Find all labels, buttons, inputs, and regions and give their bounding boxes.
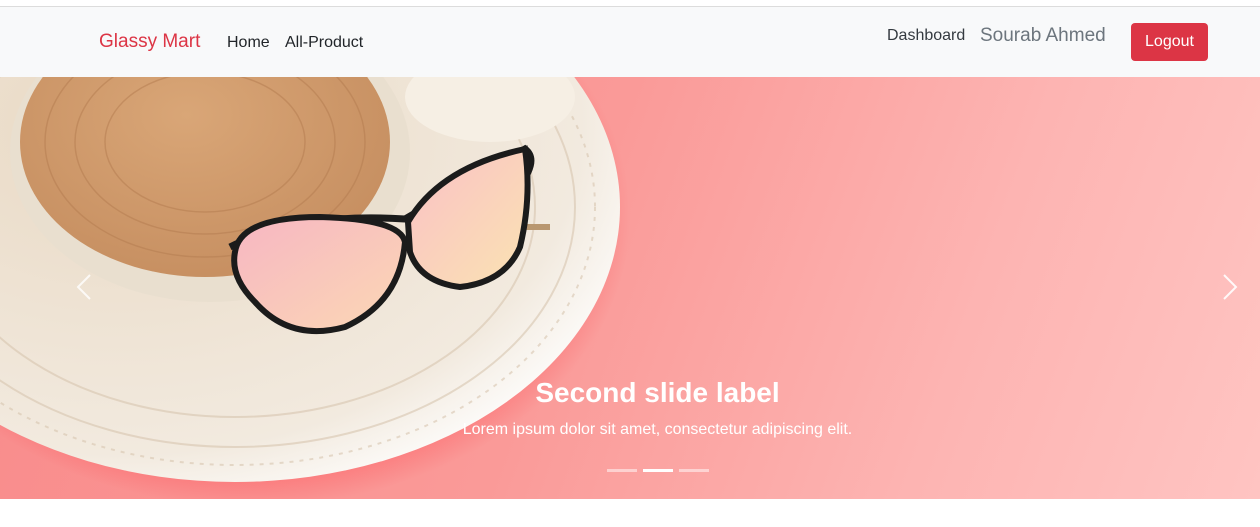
slide-caption-title: Second slide label [535,377,780,408]
navbar: Glassy Mart Home All-Product Dashboard S… [0,7,1260,77]
carousel-prev-button[interactable] [54,257,114,317]
slide-caption: Second slide label Lorem ipsum dolor sit… [0,377,1260,439]
chevron-right-icon [1223,274,1238,300]
nav-link-home[interactable]: Home [227,34,270,52]
logout-button[interactable]: Logout [1131,23,1208,61]
carousel-next-button[interactable] [1200,257,1260,317]
carousel-indicators [607,469,709,472]
nav-link-dashboard[interactable]: Dashboard [887,27,965,45]
nav-link-all-product[interactable]: All-Product [285,34,363,52]
carousel-indicator-2[interactable] [643,469,673,472]
carousel-indicator-3[interactable] [679,469,709,472]
brand-link[interactable]: Glassy Mart [99,31,200,53]
user-name: Sourab Ahmed [980,25,1106,46]
hero-carousel: Second slide label Lorem ipsum dolor sit… [0,77,1260,499]
chevron-left-icon [76,274,91,300]
slide-caption-text: Lorem ipsum dolor sit amet, consectetur … [462,421,853,438]
carousel-indicator-1[interactable] [607,469,637,472]
